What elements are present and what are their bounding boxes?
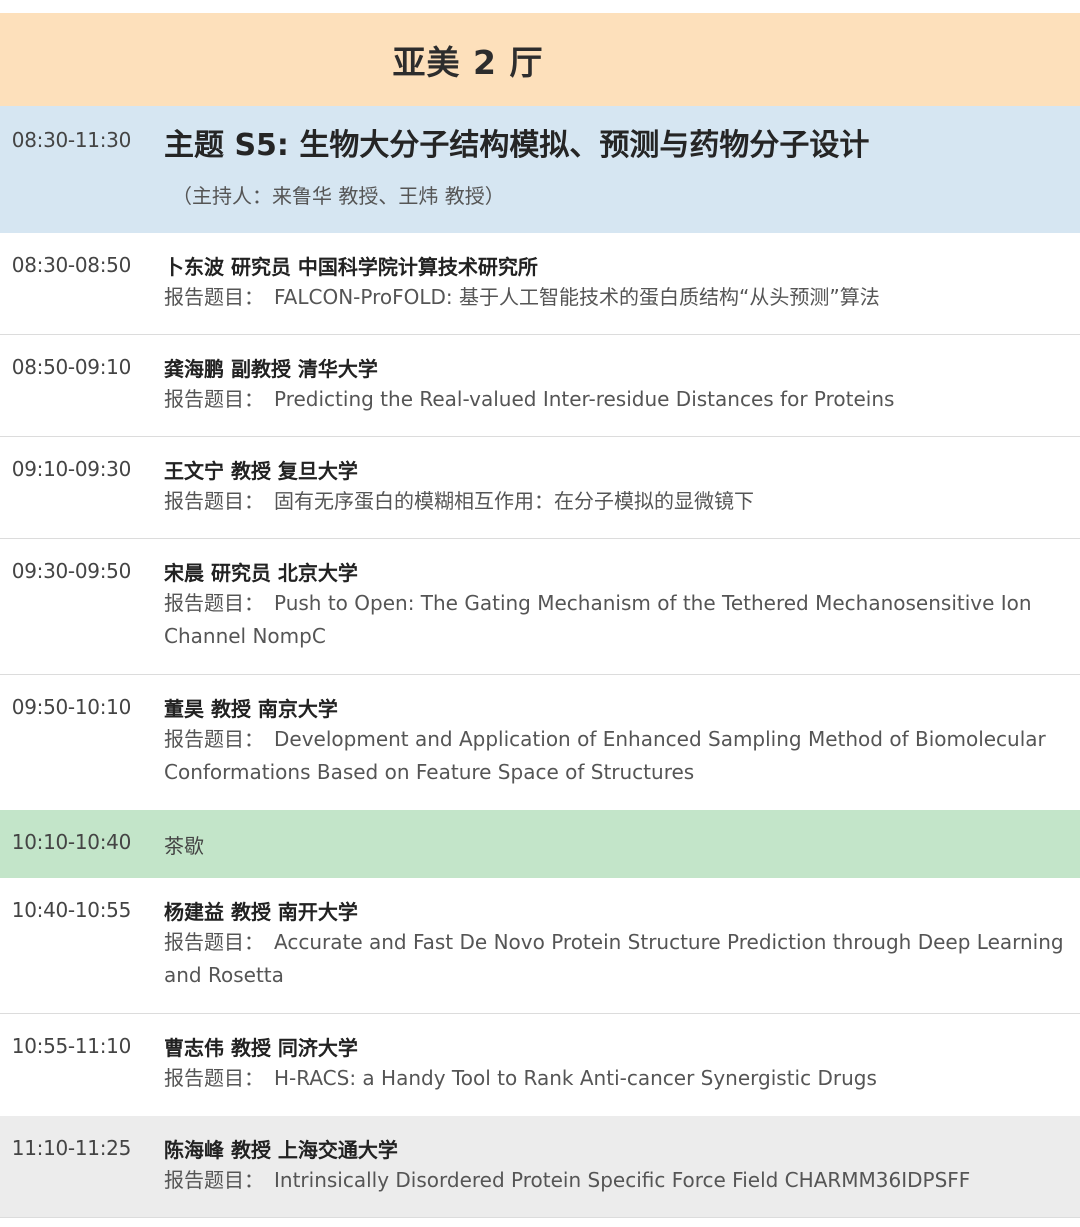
talk-title: Intrinsically Disordered Protein Specifi… [274,1168,971,1192]
talk-speaker: 杨建益 教授 南开大学 [164,900,358,924]
talk-speaker: 宋晨 研究员 北京大学 [164,561,358,585]
talk-speaker: 龚海鹏 副教授 清华大学 [164,357,378,381]
talk-row: 09:50-10:10 董昊 教授 南京大学 报告题目： Development … [0,675,1080,810]
talk-speaker: 卜东波 研究员 中国科学院计算技术研究所 [164,255,538,279]
talk-time: 08:50-09:10 [11,355,132,379]
talk-time: 10:55-11:10 [11,1034,132,1058]
talk-title-label: 报告题目： [164,1168,264,1192]
talk-time: 09:50-10:10 [11,695,132,719]
talk-title: Accurate and Fast De Novo Protein Struct… [164,930,1064,987]
talk-title: 固有无序蛋白的模糊相互作用：在分子模拟的显微镜下 [274,489,754,513]
talk-row: 11:10-11:25 陈海峰 教授 上海交通大学 报告题目： Intrinsic… [0,1116,1080,1218]
talk-title: Push to Open: The Gating Mechanism of th… [164,591,1032,648]
talk-title-label: 报告题目： [164,387,264,411]
talk-row: 08:30-08:50 卜东波 研究员 中国科学院计算技术研究所 报告题目： FA… [0,233,1080,335]
talk-title-label: 报告题目： [164,591,264,615]
talk-title: Predicting the Real-valued Inter-residue… [274,387,895,411]
talk-title-label: 报告题目： [164,489,264,513]
talk-row: 09:30-09:50 宋晨 研究员 北京大学 报告题目： Push to Ope… [0,539,1080,675]
session-moderator: （主持人：来鲁华 教授、王炜 教授） [172,184,505,208]
talk-speaker: 曹志伟 教授 同济大学 [164,1036,358,1060]
talk-time: 11:10-11:25 [11,1136,132,1160]
talk-row: 09:10-09:30 王文宁 教授 复旦大学 报告题目： 固有无序蛋白的模糊相互… [0,437,1080,539]
talk-title-label: 报告题目： [164,285,264,309]
session-title: 主题 S5: 生物大分子结构模拟、预测与药物分子设计 [164,128,870,163]
talk-speaker: 陈海峰 教授 上海交通大学 [164,1138,398,1162]
talk-row: 10:55-11:10 曹志伟 教授 同济大学 报告题目： H-RACS: a H… [0,1014,1080,1116]
hall-header: 亚美 2 厅 [0,13,1080,106]
session-header: 08:30-11:30 主题 S5: 生物大分子结构模拟、预测与药物分子设计 （… [0,106,1080,233]
talk-title-label: 报告题目： [164,930,264,954]
break-time: 10:10-10:40 [11,830,132,854]
talk-time: 10:40-10:55 [11,898,132,922]
talk-speaker: 董昊 教授 南京大学 [164,697,338,721]
talk-title: Development and Application of Enhanced … [164,727,1046,784]
session-time: 08:30-11:30 [11,128,132,152]
talk-time: 09:10-09:30 [11,457,132,481]
break-row: 10:10-10:40 茶歇 [0,810,1080,878]
talk-title: FALCON-ProFOLD: 基于人工智能技术的蛋白质结构“从头预测”算法 [274,285,880,309]
talk-title: H-RACS: a Handy Tool to Rank Anti-cancer… [274,1066,877,1090]
talk-speaker: 王文宁 教授 复旦大学 [164,459,358,483]
talk-title-label: 报告题目： [164,1066,264,1090]
talk-time: 09:30-09:50 [11,559,132,583]
talk-row: 08:50-09:10 龚海鹏 副教授 清华大学 报告题目： Predicting… [0,335,1080,437]
talk-row: 10:40-10:55 杨建益 教授 南开大学 报告题目： Accurate an… [0,878,1080,1014]
talk-time: 08:30-08:50 [11,253,132,277]
break-label: 茶歇 [164,834,204,858]
hall-title: 亚美 2 厅 [392,42,544,82]
talk-title-label: 报告题目： [164,727,264,751]
